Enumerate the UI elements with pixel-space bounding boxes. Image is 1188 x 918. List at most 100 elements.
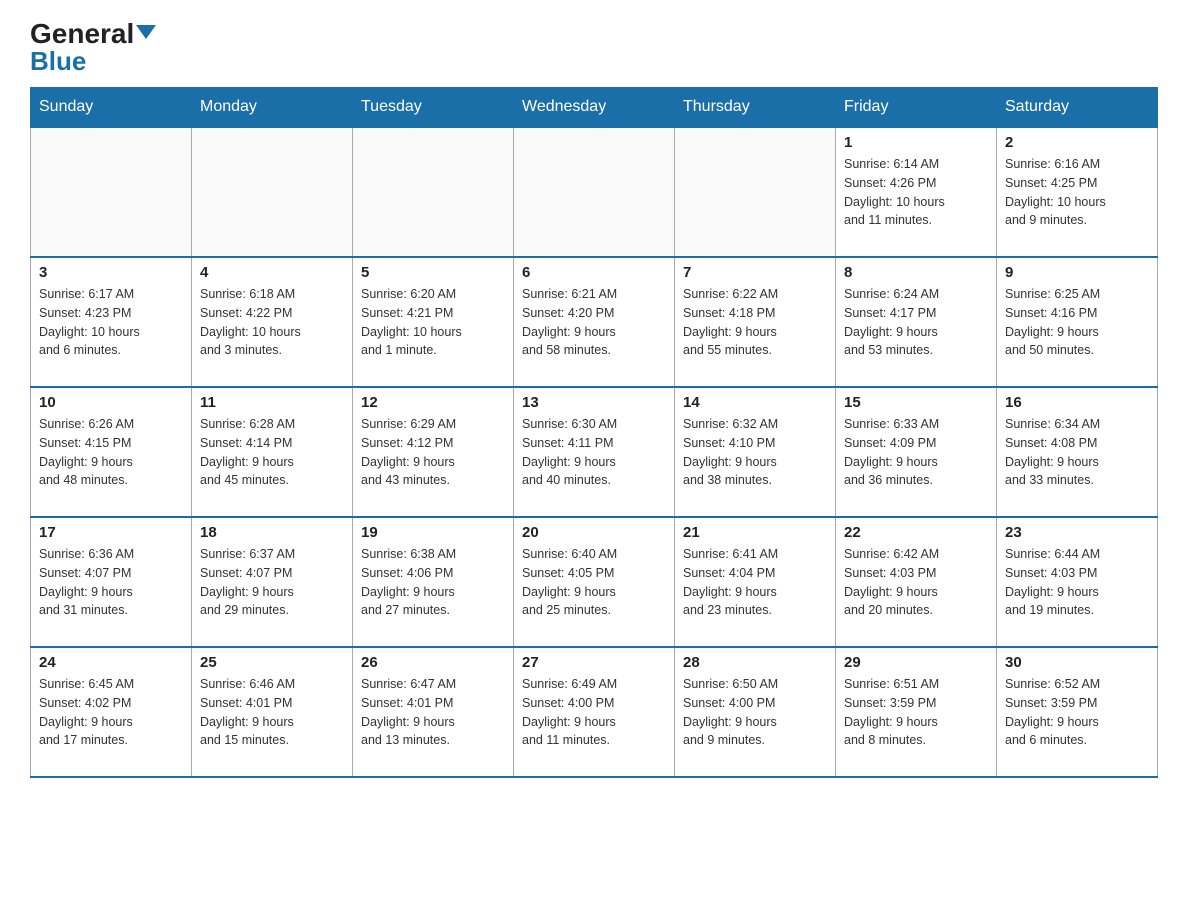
calendar-week-3: 10 Sunrise: 6:26 AMSunset: 4:15 PMDayligh… <box>31 387 1158 517</box>
calendar-cell: 20 Sunrise: 6:40 AMSunset: 4:05 PMDayligh… <box>514 517 675 647</box>
day-number: 12 <box>361 394 505 411</box>
calendar-cell: 15 Sunrise: 6:33 AMSunset: 4:09 PMDayligh… <box>836 387 997 517</box>
day-number: 6 <box>522 264 666 281</box>
day-info: Sunrise: 6:24 AMSunset: 4:17 PMDaylight:… <box>844 285 988 360</box>
day-number: 18 <box>200 524 344 541</box>
calendar-cell: 5Sunrise: 6:20 AMSunset: 4:21 PMDaylight… <box>353 257 514 387</box>
calendar-cell: 29Sunrise: 6:51 AMSunset: 3:59 PMDayligh… <box>836 647 997 777</box>
day-number: 2 <box>1005 134 1149 151</box>
day-number: 19 <box>361 524 505 541</box>
calendar-cell: 3Sunrise: 6:17 AMSunset: 4:23 PMDaylight… <box>31 257 192 387</box>
page-header: General Blue <box>30 20 1158 77</box>
day-info: Sunrise: 6:32 AMSunset: 4:10 PMDaylight:… <box>683 415 827 490</box>
day-number: 27 <box>522 654 666 671</box>
calendar-cell: 13 Sunrise: 6:30 AMSunset: 4:11 PMDayligh… <box>514 387 675 517</box>
day-number: 16 <box>1005 394 1149 411</box>
calendar-week-4: 17 Sunrise: 6:36 AMSunset: 4:07 PMDayligh… <box>31 517 1158 647</box>
calendar-cell: 2 Sunrise: 6:16 AMSunset: 4:25 PMDaylight… <box>997 127 1158 257</box>
day-number: 22 <box>844 524 988 541</box>
day-info: Sunrise: 6:21 AMSunset: 4:20 PMDaylight:… <box>522 285 666 360</box>
day-number: 10 <box>39 394 183 411</box>
day-number: 8 <box>844 264 988 281</box>
day-header-saturday: Saturday <box>997 88 1158 128</box>
calendar-cell: 11 Sunrise: 6:28 AMSunset: 4:14 PMDayligh… <box>192 387 353 517</box>
calendar-cell: 16Sunrise: 6:34 AMSunset: 4:08 PMDayligh… <box>997 387 1158 517</box>
day-number: 28 <box>683 654 827 671</box>
day-info: Sunrise: 6:37 AMSunset: 4:07 PMDaylight:… <box>200 545 344 620</box>
calendar-cell: 26 Sunrise: 6:47 AMSunset: 4:01 PMDayligh… <box>353 647 514 777</box>
calendar-cell: 1 Sunrise: 6:14 AMSunset: 4:26 PMDaylight… <box>836 127 997 257</box>
day-header-monday: Monday <box>192 88 353 128</box>
day-info: Sunrise: 6:40 AMSunset: 4:05 PMDaylight:… <box>522 545 666 620</box>
calendar-cell: 22Sunrise: 6:42 AMSunset: 4:03 PMDayligh… <box>836 517 997 647</box>
day-info: Sunrise: 6:30 AMSunset: 4:11 PMDaylight:… <box>522 415 666 490</box>
calendar-cell: 24Sunrise: 6:45 AMSunset: 4:02 PMDayligh… <box>31 647 192 777</box>
calendar-cell <box>192 127 353 257</box>
day-header-friday: Friday <box>836 88 997 128</box>
calendar-header-row: SundayMondayTuesdayWednesdayThursdayFrid… <box>31 88 1158 128</box>
day-info: Sunrise: 6:36 AMSunset: 4:07 PMDaylight:… <box>39 545 183 620</box>
day-number: 20 <box>522 524 666 541</box>
day-number: 4 <box>200 264 344 281</box>
day-number: 7 <box>683 264 827 281</box>
calendar-table: SundayMondayTuesdayWednesdayThursdayFrid… <box>30 87 1158 778</box>
day-number: 21 <box>683 524 827 541</box>
day-header-sunday: Sunday <box>31 88 192 128</box>
calendar-cell: 9 Sunrise: 6:25 AMSunset: 4:16 PMDaylight… <box>997 257 1158 387</box>
day-info: Sunrise: 6:46 AMSunset: 4:01 PMDaylight:… <box>200 675 344 750</box>
calendar-week-2: 3Sunrise: 6:17 AMSunset: 4:23 PMDaylight… <box>31 257 1158 387</box>
calendar-cell: 17 Sunrise: 6:36 AMSunset: 4:07 PMDayligh… <box>31 517 192 647</box>
day-number: 30 <box>1005 654 1149 671</box>
day-number: 15 <box>844 394 988 411</box>
day-number: 9 <box>1005 264 1149 281</box>
calendar-cell: 27 Sunrise: 6:49 AMSunset: 4:00 PMDayligh… <box>514 647 675 777</box>
logo-triangle-icon <box>136 25 156 39</box>
day-number: 13 <box>522 394 666 411</box>
calendar-cell <box>675 127 836 257</box>
day-info: Sunrise: 6:50 AMSunset: 4:00 PMDaylight:… <box>683 675 827 750</box>
calendar-cell <box>514 127 675 257</box>
logo-general: General <box>30 20 156 48</box>
day-header-tuesday: Tuesday <box>353 88 514 128</box>
calendar-cell: 10 Sunrise: 6:26 AMSunset: 4:15 PMDayligh… <box>31 387 192 517</box>
day-info: Sunrise: 6:18 AMSunset: 4:22 PMDaylight:… <box>200 285 344 360</box>
calendar-cell: 12 Sunrise: 6:29 AMSunset: 4:12 PMDayligh… <box>353 387 514 517</box>
calendar-cell <box>353 127 514 257</box>
day-info: Sunrise: 6:47 AMSunset: 4:01 PMDaylight:… <box>361 675 505 750</box>
calendar-cell: 21 Sunrise: 6:41 AMSunset: 4:04 PMDayligh… <box>675 517 836 647</box>
day-info: Sunrise: 6:22 AMSunset: 4:18 PMDaylight:… <box>683 285 827 360</box>
day-number: 26 <box>361 654 505 671</box>
calendar-cell: 8 Sunrise: 6:24 AMSunset: 4:17 PMDaylight… <box>836 257 997 387</box>
day-info: Sunrise: 6:20 AMSunset: 4:21 PMDaylight:… <box>361 285 505 360</box>
calendar-cell: 30Sunrise: 6:52 AMSunset: 3:59 PMDayligh… <box>997 647 1158 777</box>
day-info: Sunrise: 6:51 AMSunset: 3:59 PMDaylight:… <box>844 675 988 750</box>
day-number: 17 <box>39 524 183 541</box>
day-info: Sunrise: 6:33 AMSunset: 4:09 PMDaylight:… <box>844 415 988 490</box>
day-header-thursday: Thursday <box>675 88 836 128</box>
day-number: 14 <box>683 394 827 411</box>
calendar-cell <box>31 127 192 257</box>
day-info: Sunrise: 6:16 AMSunset: 4:25 PMDaylight:… <box>1005 155 1149 230</box>
calendar-cell: 14 Sunrise: 6:32 AMSunset: 4:10 PMDayligh… <box>675 387 836 517</box>
calendar-cell: 7 Sunrise: 6:22 AMSunset: 4:18 PMDaylight… <box>675 257 836 387</box>
calendar-cell: 25 Sunrise: 6:46 AMSunset: 4:01 PMDayligh… <box>192 647 353 777</box>
day-info: Sunrise: 6:49 AMSunset: 4:00 PMDaylight:… <box>522 675 666 750</box>
calendar-cell: 4 Sunrise: 6:18 AMSunset: 4:22 PMDaylight… <box>192 257 353 387</box>
day-info: Sunrise: 6:45 AMSunset: 4:02 PMDaylight:… <box>39 675 183 750</box>
calendar-cell: 18 Sunrise: 6:37 AMSunset: 4:07 PMDayligh… <box>192 517 353 647</box>
day-info: Sunrise: 6:26 AMSunset: 4:15 PMDaylight:… <box>39 415 183 490</box>
day-info: Sunrise: 6:28 AMSunset: 4:14 PMDaylight:… <box>200 415 344 490</box>
day-header-wednesday: Wednesday <box>514 88 675 128</box>
calendar-cell: 28 Sunrise: 6:50 AMSunset: 4:00 PMDayligh… <box>675 647 836 777</box>
day-info: Sunrise: 6:41 AMSunset: 4:04 PMDaylight:… <box>683 545 827 620</box>
day-number: 11 <box>200 394 344 411</box>
logo-blue: Blue <box>30 46 86 77</box>
day-info: Sunrise: 6:25 AMSunset: 4:16 PMDaylight:… <box>1005 285 1149 360</box>
day-number: 25 <box>200 654 344 671</box>
day-number: 1 <box>844 134 988 151</box>
day-info: Sunrise: 6:14 AMSunset: 4:26 PMDaylight:… <box>844 155 988 230</box>
calendar-cell: 6 Sunrise: 6:21 AMSunset: 4:20 PMDaylight… <box>514 257 675 387</box>
logo: General Blue <box>30 20 156 77</box>
day-info: Sunrise: 6:17 AMSunset: 4:23 PMDaylight:… <box>39 285 183 360</box>
day-info: Sunrise: 6:29 AMSunset: 4:12 PMDaylight:… <box>361 415 505 490</box>
